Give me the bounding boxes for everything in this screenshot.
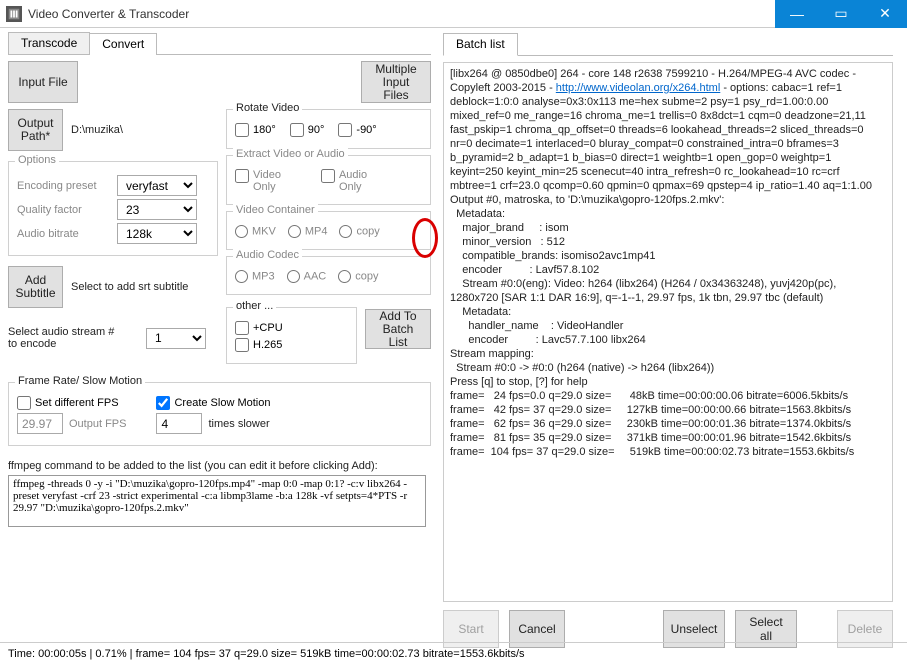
audio-only[interactable]: Audio Only	[321, 169, 367, 193]
rotate-neg90[interactable]: -90°	[338, 123, 376, 137]
audio-stream-label: Select audio stream # to encode	[8, 326, 138, 350]
status-text: Time: 00:00:05s | 0.71% | frame= 104 fps…	[8, 648, 525, 660]
fps-value	[17, 413, 63, 434]
acodec-group: Audio Codec MP3 AAC copy	[226, 256, 431, 295]
video-only-check[interactable]	[235, 169, 249, 183]
acodec-legend: Audio Codec	[233, 249, 302, 261]
other-legend: other ...	[233, 300, 276, 312]
app-icon	[6, 6, 22, 22]
options-group: Options Encoding preset veryfast Quality…	[8, 161, 218, 256]
rotate-180-check[interactable]	[235, 123, 249, 137]
encoding-preset-select[interactable]: veryfast	[117, 175, 197, 196]
options-legend: Options	[15, 154, 59, 166]
tab-transcode[interactable]: Transcode	[8, 32, 90, 54]
x264-link[interactable]: http://www.videolan.org/x264.html	[556, 82, 720, 94]
h265-check[interactable]: H.265	[235, 338, 282, 352]
tab-batchlist[interactable]: Batch list	[443, 33, 518, 56]
close-button[interactable]: ✕	[863, 0, 907, 28]
mkv-radio[interactable]: MKV	[235, 225, 276, 238]
rotate-180[interactable]: 180°	[235, 123, 276, 137]
right-tabs: Batch list	[443, 32, 893, 56]
cmd-label: ffmpeg command to be added to the list (…	[8, 460, 431, 472]
audio-stream-select[interactable]: 1	[146, 328, 206, 349]
audio-bitrate-select[interactable]: 128k	[117, 223, 197, 244]
rotate-group: Rotate Video 180° 90° -90°	[226, 109, 431, 149]
mp4-radio[interactable]: MP4	[288, 225, 328, 238]
slowmo-unit: times slower	[208, 418, 269, 430]
slowmo-check[interactable]: Create Slow Motion	[156, 396, 270, 410]
fps-legend: Frame Rate/ Slow Motion	[15, 375, 145, 387]
tab-convert[interactable]: Convert	[89, 33, 157, 55]
add-subtitle-button[interactable]: Add Subtitle	[8, 266, 63, 308]
rotate-neg90-check[interactable]	[338, 123, 352, 137]
slowmo-value[interactable]	[156, 413, 202, 434]
minimize-button[interactable]: —	[775, 0, 819, 28]
fps-group: Frame Rate/ Slow Motion Set different FP…	[8, 382, 431, 446]
fps-unit: Output FPS	[69, 418, 126, 430]
other-group: other ... +CPU H.265	[226, 307, 357, 364]
cmd-textarea[interactable]	[8, 475, 426, 527]
quality-label: Quality factor	[17, 204, 117, 216]
audio-bitrate-label: Audio bitrate	[17, 228, 117, 240]
vcontainer-group: Video Container MKV MP4 copy	[226, 211, 431, 250]
acopy-radio[interactable]: copy	[338, 270, 378, 283]
extract-group: Extract Video or Audio Video Only Audio …	[226, 155, 431, 205]
maximize-button[interactable]: ▭	[819, 0, 863, 28]
audio-only-check[interactable]	[321, 169, 335, 183]
quality-select[interactable]: 23	[117, 199, 197, 220]
encoding-preset-label: Encoding preset	[17, 180, 117, 192]
rotate-90[interactable]: 90°	[290, 123, 325, 137]
log-output[interactable]: [libx264 @ 0850dbe0] 264 - core 148 r263…	[443, 62, 893, 602]
subtitle-hint: Select to add srt subtitle	[71, 281, 188, 293]
cpu-check[interactable]: +CPU	[235, 321, 283, 335]
video-only[interactable]: Video Only	[235, 169, 281, 193]
vcontainer-legend: Video Container	[233, 204, 318, 216]
mp3-radio[interactable]: MP3	[235, 270, 275, 283]
multi-input-button[interactable]: Multiple Input Files	[361, 61, 431, 103]
extract-legend: Extract Video or Audio	[233, 148, 348, 160]
titlebar: Video Converter & Transcoder — ▭ ✕	[0, 0, 907, 28]
output-path-button[interactable]: Output Path*	[8, 109, 63, 151]
left-tabs: Transcode Convert	[8, 32, 431, 55]
window-buttons: — ▭ ✕	[775, 0, 907, 28]
input-file-button[interactable]: Input File	[8, 61, 78, 103]
status-bar: Time: 00:00:05s | 0.71% | frame= 104 fps…	[0, 642, 907, 668]
set-diff-fps[interactable]: Set different FPS	[17, 396, 119, 410]
output-path-display: D:\muzika\	[71, 124, 123, 136]
rotate-90-check[interactable]	[290, 123, 304, 137]
rotate-legend: Rotate Video	[233, 102, 302, 114]
aac-radio[interactable]: AAC	[287, 270, 327, 283]
add-to-batch-button[interactable]: Add To Batch List	[365, 309, 431, 349]
window-title: Video Converter & Transcoder	[28, 7, 189, 21]
vcopy-radio[interactable]: copy	[339, 225, 379, 238]
